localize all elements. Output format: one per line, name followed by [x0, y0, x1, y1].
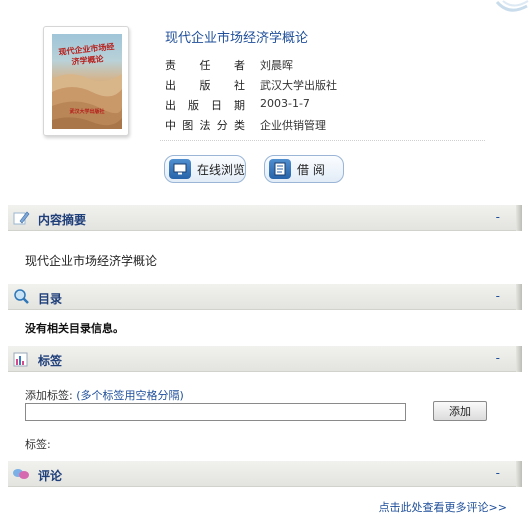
- toc-empty-message: 没有相关目录信息。: [25, 322, 124, 335]
- tags-label: 标签:: [25, 438, 51, 451]
- add-tag-button[interactable]: 添加: [433, 401, 487, 421]
- section-title-summary: 内容摘要: [38, 213, 87, 227]
- info-label-publisher: 出版社: [165, 79, 245, 92]
- tag-input[interactable]: [25, 403, 406, 421]
- chat-bubbles-icon: [13, 469, 29, 479]
- section-header-toc[interactable]: 目录 -: [8, 284, 522, 310]
- monitor-icon: [169, 159, 191, 179]
- info-divider: [160, 140, 485, 141]
- section-header-tags[interactable]: 标签 -: [8, 346, 522, 372]
- book-cover-image: 现代企业市场经济学概论 武汉大学出版社: [52, 34, 122, 129]
- collapse-toggle-summary[interactable]: -: [496, 210, 500, 224]
- magnifier-icon: [14, 289, 29, 304]
- add-tag-label: 添加标签:: [25, 389, 73, 402]
- info-value-publisher: 武汉大学出版社: [260, 79, 337, 92]
- cover-publisher-text: 武汉大学出版社: [69, 109, 105, 115]
- borrow-label: 借 阅: [297, 162, 325, 177]
- tag-chart-icon: [13, 352, 28, 367]
- pencil-icon: [13, 211, 30, 225]
- info-label-author: 责任者: [165, 59, 245, 72]
- info-value-date: 2003-1-7: [260, 97, 310, 110]
- section-title-toc: 目录: [38, 292, 63, 306]
- info-value-author: 刘晨晖: [260, 59, 293, 72]
- book-cover: 现代企业市场经济学概论 武汉大学出版社: [43, 26, 129, 136]
- collapse-toggle-tags[interactable]: -: [496, 351, 500, 365]
- add-tag-hint: (多个标签用空格分隔): [76, 389, 184, 402]
- collapse-toggle-toc[interactable]: -: [496, 289, 500, 303]
- corner-swirl-decoration: [495, 0, 529, 12]
- add-tag-prompt: 添加标签: (多个标签用空格分隔): [25, 387, 184, 403]
- browse-online-button[interactable]: 在线浏览: [164, 155, 246, 183]
- section-title-comments: 评论: [38, 469, 63, 483]
- section-header-comments[interactable]: 评论 -: [8, 461, 522, 487]
- summary-content: 现代企业市场经济学概论: [25, 254, 158, 268]
- info-label-classification: 中图法分类: [165, 119, 245, 132]
- book-title[interactable]: 现代企业市场经济学概论: [165, 27, 308, 46]
- browse-online-label: 在线浏览: [197, 162, 246, 177]
- section-title-tags: 标签: [38, 354, 63, 368]
- more-comments-link[interactable]: 点击此处查看更多评论>>: [379, 499, 507, 515]
- collapse-toggle-comments[interactable]: -: [496, 466, 500, 480]
- document-icon: [269, 159, 291, 179]
- info-label-date: 出版日期: [165, 99, 245, 112]
- borrow-button[interactable]: 借 阅: [264, 155, 344, 183]
- info-value-classification: 企业供销管理: [260, 119, 326, 132]
- section-header-summary[interactable]: 内容摘要 -: [8, 205, 522, 231]
